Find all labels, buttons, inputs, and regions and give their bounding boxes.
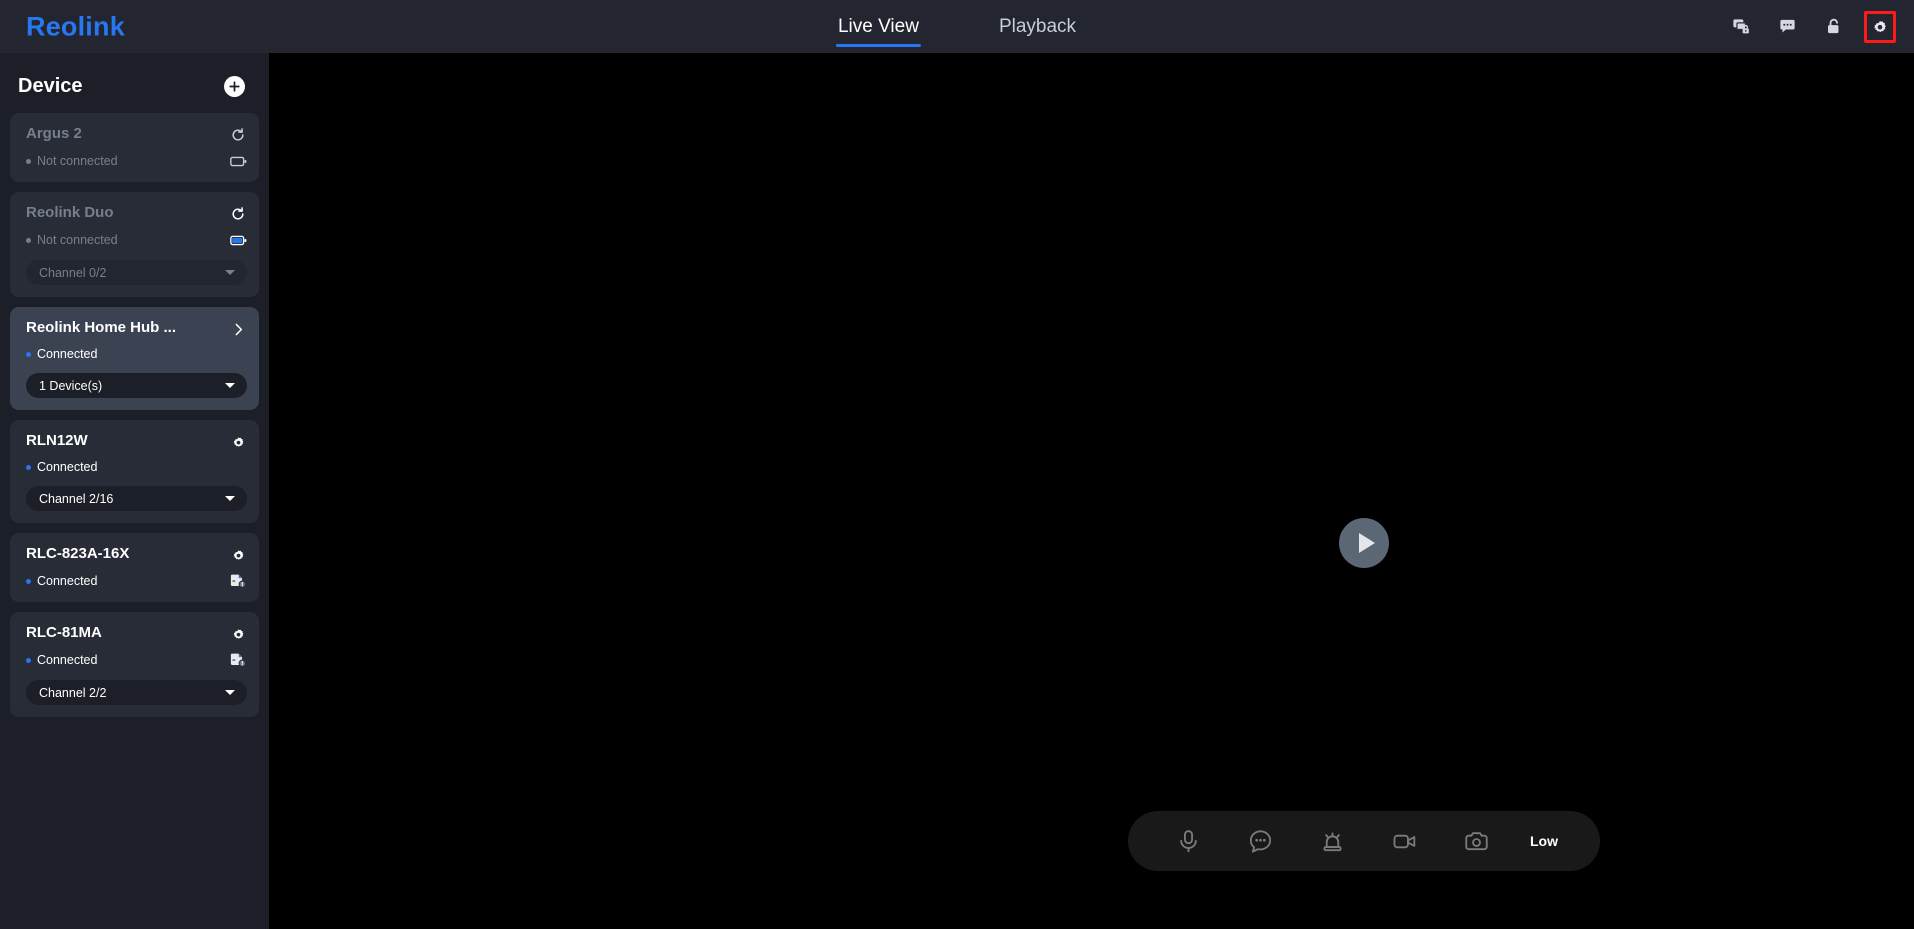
device-card-reolink-duo[interactable]: Reolink Duo Not connected Channel 0/2 bbox=[10, 192, 259, 297]
add-device-button[interactable] bbox=[224, 75, 245, 97]
sd-card-warning-icon bbox=[229, 572, 247, 590]
device-status: Connected bbox=[26, 653, 97, 667]
device-card-status-row: Connected bbox=[26, 572, 247, 590]
channel-dropdown[interactable]: Channel 2/16 bbox=[26, 486, 247, 511]
device-card-status-row: Connected bbox=[26, 651, 247, 669]
tab-playback[interactable]: Playback bbox=[997, 0, 1078, 53]
channel-dropdown[interactable]: Channel 0/2 bbox=[26, 260, 247, 285]
device-name: Reolink Home Hub ... bbox=[26, 319, 177, 336]
status-label: Connected bbox=[37, 460, 98, 474]
device-name: RLN12W bbox=[26, 432, 88, 449]
device-status: Connected bbox=[26, 347, 97, 361]
chevron-right-icon[interactable] bbox=[229, 320, 247, 338]
device-card-status-row: Connected bbox=[26, 346, 247, 362]
device-card-top-row: Argus 2 bbox=[26, 125, 247, 144]
device-card-status-row: Not connected bbox=[26, 152, 247, 170]
device-name: Reolink Duo bbox=[26, 204, 114, 221]
sidebar-header: Device bbox=[0, 61, 269, 111]
device-name: RLC-81MA bbox=[26, 624, 102, 641]
status-dot bbox=[26, 237, 31, 243]
chevron-down-icon bbox=[225, 496, 235, 501]
device-card-status-row: Connected bbox=[26, 459, 247, 475]
chat-bubble-icon[interactable] bbox=[1772, 12, 1802, 42]
gear-icon[interactable] bbox=[229, 625, 247, 643]
device-status: Connected bbox=[26, 574, 97, 588]
battery-full-icon bbox=[229, 231, 247, 249]
status-label: Connected bbox=[37, 653, 98, 667]
gear-icon[interactable] bbox=[1864, 10, 1896, 43]
channel-dropdown[interactable]: Channel 2/2 bbox=[26, 680, 247, 705]
device-sidebar: Device Argus 2 Not connected Reolink Duo… bbox=[0, 53, 269, 929]
play-triangle-icon bbox=[1358, 533, 1375, 553]
status-label: Connected bbox=[37, 347, 98, 361]
status-dot bbox=[26, 657, 31, 663]
dropdown-label: Channel 2/16 bbox=[39, 491, 114, 506]
gear-icon[interactable] bbox=[229, 546, 247, 564]
device-card-rln12w[interactable]: RLN12W Connected Channel 2/16 bbox=[10, 420, 259, 523]
video-stage[interactable]: Low bbox=[269, 53, 1914, 929]
battery-empty-icon bbox=[229, 152, 247, 170]
device-name: RLC-823A-16X bbox=[26, 545, 130, 562]
device-card-top-row: RLN12W bbox=[26, 432, 247, 451]
refresh-icon[interactable] bbox=[229, 205, 247, 223]
chevron-down-icon bbox=[225, 383, 235, 388]
page-title: Device bbox=[18, 74, 83, 97]
dropdown-label: Channel 2/2 bbox=[39, 685, 107, 700]
device-card-top-row: Reolink Home Hub ... bbox=[26, 319, 247, 338]
status-dot bbox=[26, 578, 31, 584]
two-way-talk-icon[interactable] bbox=[1224, 811, 1296, 871]
app-header: Reolink Live View Playback bbox=[0, 0, 1914, 53]
device-status: Connected bbox=[26, 460, 97, 474]
refresh-icon[interactable] bbox=[229, 126, 247, 144]
header-icon-group bbox=[1726, 0, 1896, 53]
status-dot bbox=[26, 158, 31, 164]
device-card-top-row: RLC-81MA bbox=[26, 624, 247, 643]
dropdown-label: Channel 0/2 bbox=[39, 265, 107, 280]
siren-icon[interactable] bbox=[1296, 811, 1368, 871]
chevron-down-icon bbox=[225, 690, 235, 695]
record-video-icon[interactable] bbox=[1368, 811, 1440, 871]
status-label: Connected bbox=[37, 574, 98, 588]
device-card-status-row: Not connected bbox=[26, 231, 247, 249]
device-status: Not connected bbox=[26, 154, 118, 168]
device-card-rlc-81ma[interactable]: RLC-81MA Connected Channel 2/2 bbox=[10, 612, 259, 717]
device-list: Argus 2 Not connected Reolink Duo Not co… bbox=[0, 111, 269, 747]
snapshot-camera-icon[interactable] bbox=[1440, 811, 1512, 871]
reolink-logo: Reolink bbox=[26, 11, 125, 41]
reolink-app: Reolink Live View Playback Device Argus … bbox=[0, 0, 1914, 929]
dropdown-label: 1 Device(s) bbox=[39, 378, 103, 393]
device-status: Not connected bbox=[26, 233, 118, 247]
devices-lock-icon[interactable] bbox=[1726, 12, 1756, 42]
status-dot bbox=[26, 464, 31, 470]
status-label: Not connected bbox=[37, 154, 118, 168]
main-nav-tabs: Live View Playback bbox=[835, 0, 1078, 53]
microphone-icon[interactable] bbox=[1152, 811, 1224, 871]
device-card-rlc-823a-16x[interactable]: RLC-823A-16X Connected bbox=[10, 533, 259, 602]
device-card-top-row: Reolink Duo bbox=[26, 204, 247, 223]
device-count-dropdown[interactable]: 1 Device(s) bbox=[26, 373, 247, 398]
playback-toolbar: Low bbox=[1128, 811, 1600, 871]
unlock-padlock-icon[interactable] bbox=[1818, 12, 1848, 42]
chevron-down-icon bbox=[225, 270, 235, 275]
status-dot bbox=[26, 351, 31, 357]
status-label: Not connected bbox=[37, 233, 118, 247]
sd-card-warning-icon bbox=[229, 651, 247, 669]
device-card-top-row: RLC-823A-16X bbox=[26, 545, 247, 564]
device-name: Argus 2 bbox=[26, 125, 82, 142]
tab-live-view[interactable]: Live View bbox=[835, 0, 921, 53]
device-card-reolink-home-hub[interactable]: Reolink Home Hub ... Connected 1 Device(… bbox=[10, 307, 259, 410]
play-button[interactable] bbox=[1339, 518, 1389, 568]
device-card-argus-2[interactable]: Argus 2 Not connected bbox=[10, 113, 259, 182]
stream-quality-button[interactable]: Low bbox=[1512, 811, 1576, 871]
gear-icon[interactable] bbox=[229, 433, 247, 451]
